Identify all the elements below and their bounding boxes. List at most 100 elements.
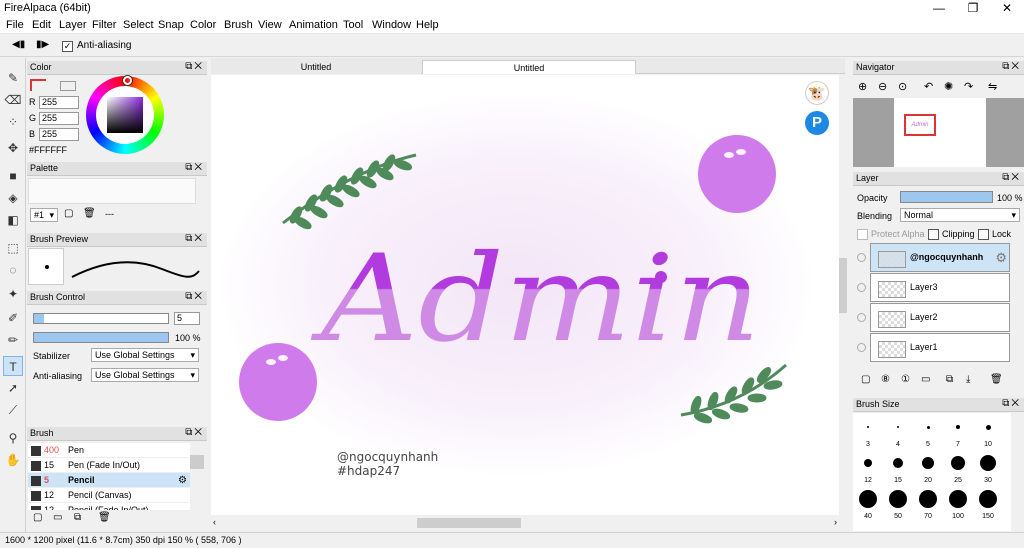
brush-size-dot[interactable] [979, 490, 997, 508]
new-folder-icon[interactable]: ▭ [921, 374, 930, 385]
brush-item[interactable]: 12 Pencil (Fade In/Out) [28, 503, 190, 511]
new-palette-icon[interactable]: ▢ [64, 208, 73, 219]
brush-size-dot[interactable] [919, 490, 937, 508]
bg-color-swatch[interactable] [60, 81, 76, 91]
menu-filter[interactable]: Filter [92, 19, 116, 31]
brush-item[interactable]: 5 Pencil ⚙ [28, 473, 190, 488]
menu-window[interactable]: Window [372, 19, 411, 31]
antialias-checkbox[interactable]: ✓ [62, 40, 73, 52]
menu-select[interactable]: Select [123, 19, 154, 31]
tab-untitled-2[interactable]: Untitled [422, 60, 636, 74]
brush-size-dot[interactable] [980, 455, 996, 471]
g-field[interactable]: 255 [39, 112, 79, 125]
brush-size-scrollbar[interactable] [1013, 413, 1023, 531]
brush-size-dot[interactable] [949, 490, 967, 508]
brush-item[interactable]: 15 Pen (Fade In/Out) [28, 458, 190, 473]
new-8bit-layer-icon[interactable]: ⑧ [881, 374, 890, 385]
brush-item[interactable]: 12 Pencil (Canvas) [28, 488, 190, 503]
brush-size-dot[interactable] [897, 426, 899, 428]
select-eraser-icon[interactable]: ✏ [3, 330, 23, 350]
palette-swatches[interactable] [28, 178, 196, 204]
maximize-button[interactable]: ❐ [956, 0, 990, 16]
brush-size-dot[interactable] [951, 456, 965, 470]
visibility-eye-icon[interactable] [857, 253, 866, 262]
layer-row[interactable]: Layer3 [870, 273, 1010, 302]
menu-layer[interactable]: Layer [59, 19, 87, 31]
layer-row[interactable]: Layer1 [870, 333, 1010, 362]
tab-untitled-1[interactable]: Untitled [211, 60, 421, 74]
brush-size-dot[interactable] [859, 490, 877, 508]
brush-size-dot[interactable] [889, 490, 907, 508]
dot-tool-icon[interactable]: ⁘ [3, 112, 23, 132]
duplicate-icon[interactable]: ⧉ [74, 512, 81, 523]
canvas-vscroll[interactable] [839, 75, 847, 515]
gear-icon[interactable]: ⚙ [995, 250, 1007, 266]
menu-animation[interactable]: Animation [289, 19, 338, 31]
sv-square[interactable] [107, 97, 143, 133]
delete-brush-icon[interactable]: 🗑 [98, 512, 111, 523]
panel-controls-icon[interactable]: ⧉✕ [185, 61, 204, 72]
new-1bit-layer-icon[interactable]: ① [901, 374, 910, 385]
canvas[interactable]: Admin @ngocquynhanh #hdap247 🐮 P [211, 75, 839, 515]
delete-layer-icon[interactable]: 🗑 [990, 374, 1003, 385]
rotate-left-icon[interactable]: ↶ [924, 80, 933, 93]
select-tool-icon[interactable]: ⬚ [3, 238, 23, 258]
brush-size-dot[interactable] [893, 458, 903, 468]
brush-antialias-dropdown[interactable]: Use Global Settings [91, 368, 199, 382]
hue-wheel[interactable] [86, 76, 164, 154]
move-tool-icon[interactable]: ✥ [3, 138, 23, 158]
panel-controls-icon[interactable]: ⧉✕ [1002, 398, 1021, 409]
navigator-preview[interactable]: Admin [853, 98, 1024, 167]
firealpaca-mascot-icon[interactable]: 🐮 [805, 81, 829, 105]
hand-tool-icon[interactable]: ✋ [3, 450, 23, 470]
close-button[interactable]: ✕ [990, 0, 1024, 16]
fill-tool-icon[interactable]: ■ [3, 166, 23, 186]
layer-opacity-slider[interactable] [900, 191, 993, 203]
visibility-eye-icon[interactable] [857, 283, 866, 292]
zoom-out-icon[interactable]: ⊖ [878, 80, 887, 93]
panel-controls-icon[interactable]: ⧉✕ [185, 291, 204, 302]
duplicate-layer-icon[interactable]: ⧉ [946, 374, 953, 385]
select-pen-icon[interactable]: ✐ [3, 308, 23, 328]
gear-icon[interactable]: ⚙ [178, 473, 187, 488]
brush-size-dot[interactable] [867, 426, 869, 428]
flip-icon[interactable]: ⇋ [988, 80, 997, 93]
rotate-reset-icon[interactable]: ✺ [944, 80, 953, 93]
brush-size-dot[interactable] [985, 424, 991, 430]
menu-brush[interactable]: Brush [224, 19, 253, 31]
opacity-slider[interactable] [33, 332, 169, 343]
visibility-eye-icon[interactable] [857, 313, 866, 322]
pixiv-icon[interactable]: P [805, 111, 829, 135]
minimize-button[interactable]: — [922, 0, 956, 16]
brush-size-dot[interactable] [926, 425, 930, 429]
trash-icon[interactable]: 🗑 [83, 208, 96, 219]
clipping-checkbox[interactable] [928, 228, 939, 240]
r-field[interactable]: 255 [39, 96, 79, 109]
brush-list-scrollbar[interactable] [190, 443, 204, 506]
eyedropper-icon[interactable]: ⚲ [3, 428, 23, 448]
menu-edit[interactable]: Edit [32, 19, 51, 31]
gradient-tool-icon[interactable]: ◧ [3, 210, 23, 230]
visibility-eye-icon[interactable] [857, 343, 866, 352]
merge-layer-icon[interactable]: ⤓ [966, 374, 970, 385]
menu-color[interactable]: Color [190, 19, 216, 31]
eraser-tool-icon[interactable]: ⌫ [3, 90, 23, 110]
lock-checkbox[interactable] [978, 228, 989, 240]
new-layer-icon[interactable]: ▢ [861, 374, 870, 385]
panel-controls-icon[interactable]: ⧉✕ [1002, 172, 1021, 183]
lasso-tool-icon[interactable]: ◌ [3, 260, 23, 280]
protect-alpha-checkbox[interactable] [857, 228, 868, 240]
operation-tool-icon[interactable]: ➚ [3, 378, 23, 398]
blending-dropdown[interactable]: Normal [900, 208, 1020, 222]
layer-row[interactable]: @ngocquynhanh ⚙ [870, 243, 1010, 272]
navigator-viewport[interactable]: Admin [904, 114, 936, 136]
next-icon[interactable]: ▮▶ [36, 39, 49, 50]
menu-snap[interactable]: Snap [158, 19, 184, 31]
menu-file[interactable]: File [6, 19, 24, 31]
panel-controls-icon[interactable]: ⧉✕ [1002, 61, 1021, 72]
magic-wand-icon[interactable]: ✦ [3, 284, 23, 304]
menu-help[interactable]: Help [416, 19, 439, 31]
size-slider[interactable] [33, 313, 169, 324]
brush-item[interactable]: 400 Pen [28, 443, 190, 458]
zoom-in-icon[interactable]: ⊕ [858, 80, 867, 93]
